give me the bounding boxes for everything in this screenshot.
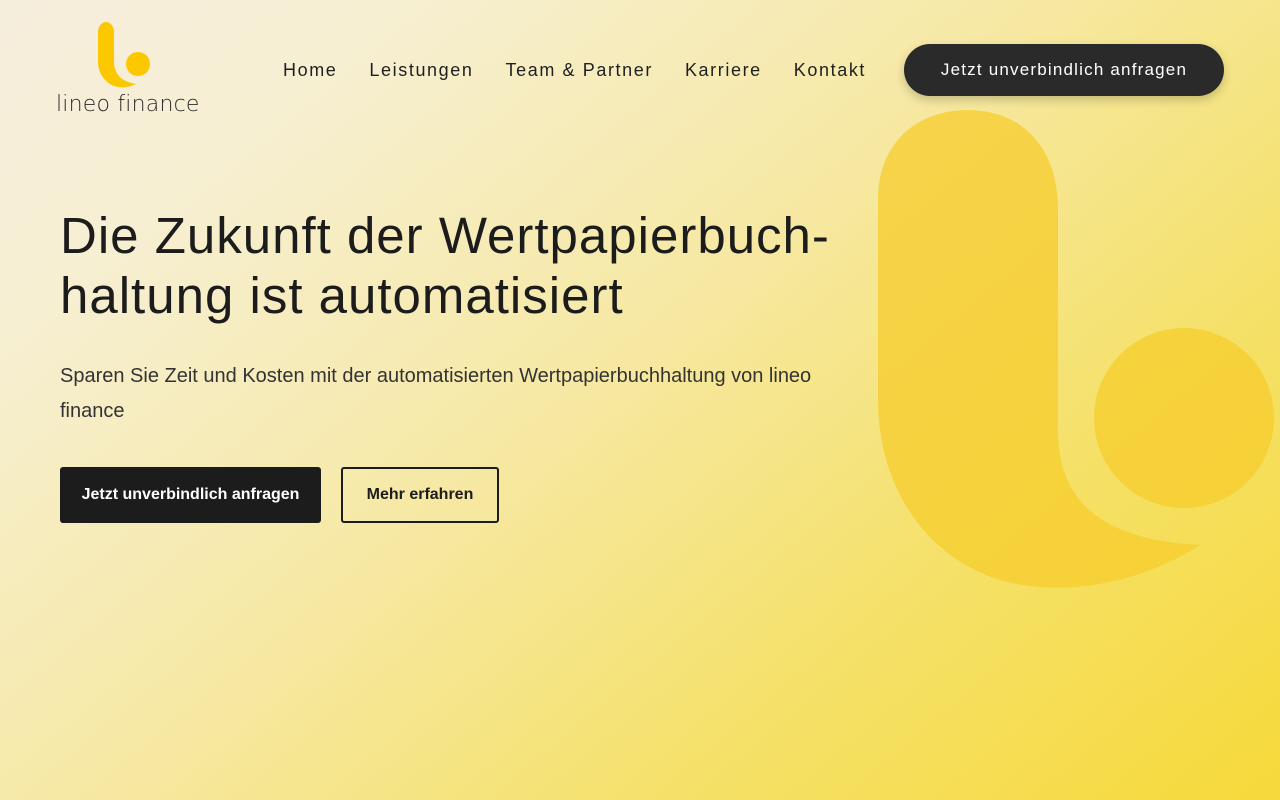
site-header: lineo finance Home Leistungen Team & Par… (0, 0, 1280, 140)
hero-title: Die Zukunft der Wertpapierbuch- haltung … (60, 206, 880, 326)
background-logo-icon (878, 110, 1274, 588)
learn-more-button[interactable]: Mehr erfahren (341, 467, 499, 523)
nav-item-team-partner[interactable]: Team & Partner (506, 58, 653, 82)
nav-item-kontakt[interactable]: Kontakt (794, 58, 866, 82)
brand-logo[interactable]: lineo finance (56, 22, 199, 122)
brand-name: lineo finance (56, 92, 200, 117)
main-navigation: Home Leistungen Team & Partner Karriere … (283, 58, 898, 82)
nav-item-leistungen[interactable]: Leistungen (369, 58, 473, 82)
hero-title-line-1: Die Zukunft der Wertpapierbuch- (60, 207, 830, 264)
hero-title-line-2: haltung ist automatisiert (60, 267, 624, 324)
hero-subtitle: Sparen Sie Zeit und Kosten mit der autom… (60, 365, 812, 422)
lineo-l-mark-icon (98, 22, 150, 88)
hero-inquiry-button[interactable]: Jetzt unverbindlich anfragen (60, 467, 321, 523)
nav-item-home[interactable]: Home (283, 58, 337, 82)
nav-item-karriere[interactable]: Karriere (685, 58, 762, 82)
header-inquiry-button[interactable]: Jetzt unverbindlich anfragen (904, 44, 1224, 96)
